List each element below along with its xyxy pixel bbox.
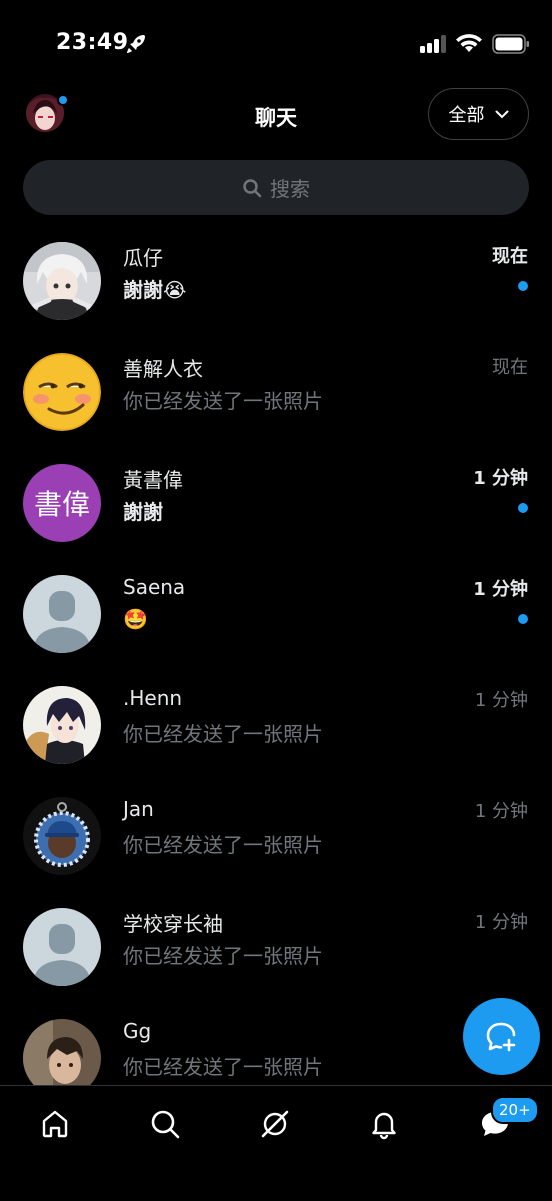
chat-row[interactable]: 瓜仔 謝謝😭 现在 [0,222,552,333]
status-indicators [420,34,530,54]
header: 聊天 全部 [0,86,552,146]
chat-preview: 你已经发送了一张照片 [123,389,323,413]
wifi-icon [456,34,482,52]
chat-row[interactable]: Jan 你已经发送了一张照片 1 分钟 [0,777,552,888]
avatar-image [23,242,101,320]
chat-time: 1 分钟 [473,468,528,489]
chat-name: 黃書偉 [123,468,183,492]
chat-name: 瓜仔 [123,246,163,270]
nav-notifications[interactable] [364,1104,404,1144]
chat-preview: 你已经发送了一张照片 [123,722,323,746]
chat-avatar [23,242,101,320]
chat-name: Saena [123,575,186,599]
nav-search[interactable] [145,1104,185,1144]
filter-label: 全部 [448,105,485,126]
chat-name: 善解人衣 [123,357,203,381]
chat-time: 1 分钟 [474,801,528,822]
chat-avatar [23,686,101,764]
status-time: 23:49 [56,30,129,55]
chat-avatar [23,908,101,986]
chat-time: 现在 [492,246,528,267]
search-icon [243,178,262,197]
avatar-image [23,686,101,764]
unread-indicator [518,614,528,624]
default-person-icon [23,908,101,986]
chat-row[interactable]: .Henn 你已经发送了一张照片 1 分钟 [0,666,552,777]
chat-name: Gg [123,1019,152,1043]
grok-icon [261,1110,289,1138]
home-icon [42,1110,68,1138]
search-input[interactable]: 搜索 [23,160,529,215]
filter-dropdown[interactable]: 全部 [428,88,529,140]
chat-preview: 謝謝😭 [123,278,187,302]
chat-avatar [23,353,101,431]
chat-avatar [23,575,101,653]
chat-row[interactable]: Saena 🤩 1 分钟 [0,555,552,666]
avatar-image [23,797,101,875]
new-message-icon [486,1022,515,1051]
chat-time: 现在 [492,357,528,378]
chat-preview: 謝謝 [123,500,163,524]
chat-name: Jan [123,797,154,821]
chat-name: .Henn [123,686,183,710]
chat-time: 1 分钟 [473,579,528,600]
avatar-image [23,353,101,431]
search-icon [151,1110,180,1139]
rocket-icon [127,35,145,53]
battery-icon [492,34,529,54]
bell-icon [372,1112,396,1140]
status-bar: 23:49 [0,0,552,80]
home-indicator [184,1176,368,1182]
chat-avatar: 書偉 [23,464,101,542]
unread-indicator [518,503,528,513]
avatar-initials: 書偉 [33,488,90,521]
chat-row[interactable]: 書偉 黃書偉 謝謝 1 分钟 [0,444,552,555]
unread-indicator [518,281,528,291]
nav-home[interactable] [35,1104,75,1144]
nav-grok[interactable] [255,1104,295,1144]
chevron-down-icon [495,110,508,118]
chat-row[interactable]: 善解人衣 你已经发送了一张照片 现在 [0,333,552,444]
chat-preview: 你已经发送了一张照片 [123,1055,323,1079]
cellular-icon [420,35,446,53]
chat-avatar [23,797,101,875]
chat-preview: 你已经发送了一张照片 [123,833,323,857]
chat-row[interactable]: 学校穿长袖 你已经发送了一张照片 1 分钟 [0,888,552,999]
chat-preview: 🤩 [123,607,148,631]
bottom-nav [0,1085,552,1201]
chat-name: 学校穿长袖 [123,912,223,936]
chat-preview: 你已经发送了一张照片 [123,944,323,968]
default-person-icon [23,575,101,653]
chat-time: 1 分钟 [474,912,528,933]
search-placeholder: 搜索 [270,177,310,201]
messages-badge: 20+ [491,1096,539,1124]
new-message-button[interactable] [463,998,540,1075]
chat-time: 1 分钟 [474,690,528,711]
